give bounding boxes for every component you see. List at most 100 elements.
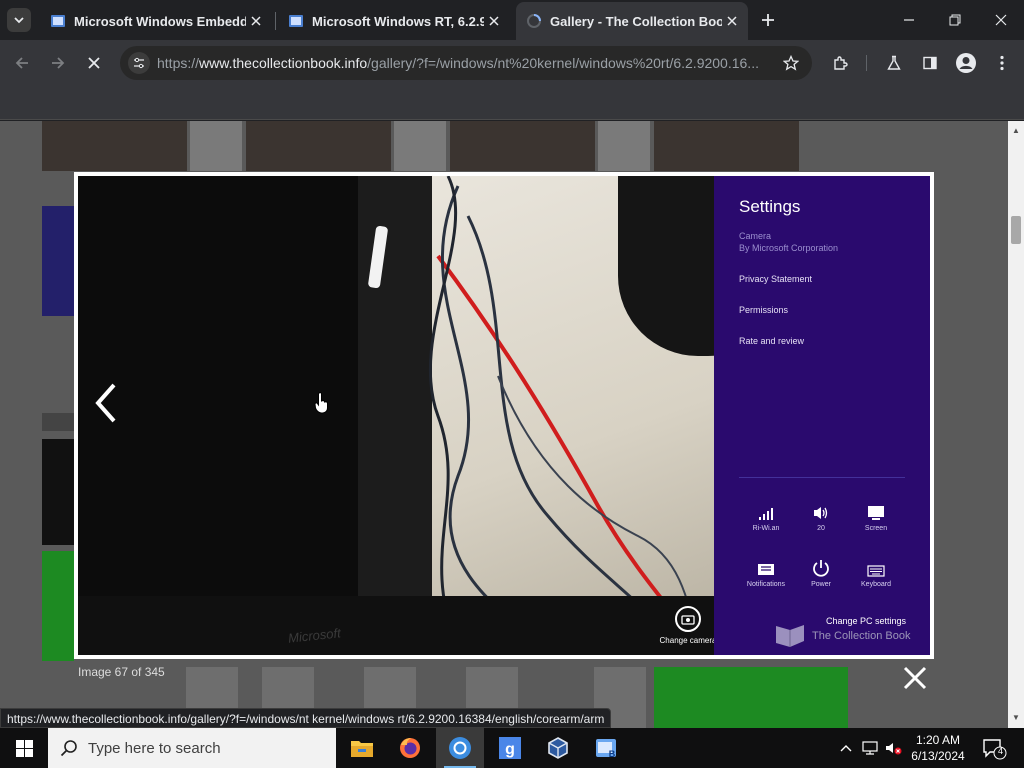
taskbar-app-firefox[interactable] — [386, 728, 434, 768]
lightbox-image[interactable]: Microsoft Change camera Settings Camera … — [78, 176, 930, 655]
notifications-icon — [758, 564, 774, 575]
forward-arrow-icon — [52, 57, 65, 69]
quick-action-label: Keyboard — [861, 581, 891, 588]
tab-gallery-active[interactable]: Gallery - The Collection Book — [516, 2, 748, 40]
gallery-thumbnail[interactable] — [450, 121, 595, 171]
minimize-button[interactable] — [886, 0, 932, 40]
quick-action-label: Screen — [864, 525, 888, 532]
gallery-thumbnail[interactable] — [190, 121, 242, 171]
charm-app-name: Camera — [739, 231, 772, 241]
collection-book-favicon-icon — [289, 15, 303, 27]
tab-strip: Microsoft Windows Embedded Microsoft Win… — [0, 0, 1024, 40]
gallery-thumbnail[interactable] — [42, 439, 74, 545]
forward-button[interactable] — [46, 51, 70, 75]
charm-app-info: Camera By Microsoft Corporation — [739, 230, 838, 254]
account-avatar-icon — [956, 53, 976, 73]
close-window-button[interactable] — [978, 0, 1024, 40]
taskbar-app-chrome[interactable] — [436, 728, 484, 768]
quick-action-keyboard: Keyboard — [848, 555, 904, 588]
clock-time: 1:20 AM — [915, 733, 961, 747]
taskbar-clock[interactable]: 1:20 AM 6/13/2024 — [898, 732, 978, 764]
scroll-down-arrow-icon[interactable]: ▼ — [1012, 714, 1020, 722]
chevron-up-icon — [840, 745, 852, 752]
network-icon — [862, 741, 878, 755]
start-button[interactable] — [0, 728, 48, 768]
notification-count-badge: 4 — [997, 746, 1003, 756]
site-info-button[interactable] — [128, 52, 150, 74]
gallery-thumbnail[interactable] — [42, 551, 74, 661]
back-button[interactable] — [10, 51, 34, 75]
tray-network-button[interactable] — [860, 738, 880, 758]
previous-image-button[interactable] — [94, 381, 118, 425]
taskbar-app-google[interactable]: g — [486, 728, 534, 768]
stop-loading-button[interactable] — [82, 51, 106, 75]
tab-title: Microsoft Windows Embedded — [74, 13, 246, 29]
show-hidden-icons-button[interactable] — [836, 738, 856, 758]
tab-search-button[interactable] — [7, 8, 31, 32]
keyboard-icon — [867, 565, 885, 577]
gallery-thumbnail[interactable] — [42, 206, 74, 316]
quick-action-label: 20 — [817, 525, 825, 532]
chevron-down-icon — [14, 17, 24, 24]
side-panel-icon — [923, 56, 937, 70]
quick-action-notifications: Notifications — [738, 555, 794, 588]
quick-action-volume: 20 — [793, 499, 849, 532]
tab-windows-embedded[interactable]: Microsoft Windows Embedded — [40, 6, 272, 36]
flask-icon — [887, 55, 901, 70]
search-placeholder: Type here to search — [88, 739, 221, 757]
address-bar[interactable]: https://www.thecollectionbook.info/galle… — [120, 46, 812, 80]
close-lightbox-button[interactable] — [902, 665, 928, 691]
google-icon: g — [499, 737, 521, 759]
screen-icon — [868, 506, 884, 520]
bookmark-star-button[interactable] — [780, 52, 802, 74]
collection-book-icon: B — [596, 739, 616, 759]
gallery-thumbnail[interactable] — [394, 121, 446, 171]
charm-app-publisher: By Microsoft Corporation — [739, 243, 839, 253]
windows-taskbar: Type here to search g B 1:20 AM 6/13/202… — [0, 728, 1024, 768]
gallery-thumbnail[interactable] — [654, 667, 848, 728]
change-camera-button: Change camera — [658, 606, 718, 645]
gallery-thumbnail[interactable] — [42, 121, 187, 171]
gallery-thumbnail[interactable] — [598, 121, 650, 171]
charm-link-rate-review: Rate and review — [739, 336, 805, 346]
taskbar-app-collection-book[interactable]: B — [582, 728, 630, 768]
hand-cursor-icon — [314, 392, 328, 414]
page-scrollbar[interactable]: ▲ ▼ — [1008, 121, 1024, 728]
close-tab-icon[interactable] — [484, 11, 504, 31]
scrollbar-thumb[interactable] — [1011, 216, 1021, 244]
restore-button[interactable] — [932, 0, 978, 40]
charm-divider — [739, 477, 905, 478]
action-center-button[interactable]: 4 — [980, 736, 1008, 760]
link-status-bubble: https://www.thecollectionbook.info/galle… — [0, 708, 612, 728]
tab-windows-rt[interactable]: Microsoft Windows RT, 6.2.9200 — [278, 6, 510, 36]
taskbar-app-file-explorer[interactable] — [338, 728, 386, 768]
star-icon — [783, 55, 799, 71]
close-icon — [995, 14, 1007, 26]
gallery-thumbnail[interactable] — [246, 121, 391, 171]
labs-button[interactable] — [882, 51, 906, 75]
quick-action-power: Power — [793, 555, 849, 588]
taskbar-search-box[interactable]: Type here to search — [48, 728, 336, 768]
side-panel-button[interactable] — [918, 51, 942, 75]
address-url[interactable]: https://www.thecollectionbook.info/galle… — [157, 55, 773, 71]
close-tab-icon[interactable] — [246, 11, 266, 31]
minimize-icon — [904, 19, 914, 21]
tab-title: Gallery - The Collection Book — [550, 13, 722, 29]
scroll-up-arrow-icon[interactable]: ▲ — [1012, 127, 1020, 135]
svg-text:B: B — [609, 749, 616, 759]
settings-charm-panel: Settings Camera By Microsoft Corporation… — [714, 176, 930, 655]
browser-menu-button[interactable] — [990, 51, 1014, 75]
extensions-button[interactable] — [828, 51, 852, 75]
close-icon — [88, 57, 100, 69]
profile-button[interactable] — [954, 51, 978, 75]
gallery-thumbnail[interactable] — [654, 121, 799, 171]
clock-date: 6/13/2024 — [911, 749, 965, 763]
url-host: www.thecollectionbook.info — [199, 55, 368, 71]
camera-cables-drawing — [428, 176, 700, 648]
gallery-thumbnail[interactable] — [42, 413, 74, 431]
taskbar-app-virtualbox[interactable] — [534, 728, 582, 768]
close-tab-icon[interactable] — [722, 11, 742, 31]
quick-action-label: Power — [811, 581, 831, 588]
new-tab-button[interactable] — [756, 8, 780, 32]
tab-separator — [275, 12, 276, 30]
